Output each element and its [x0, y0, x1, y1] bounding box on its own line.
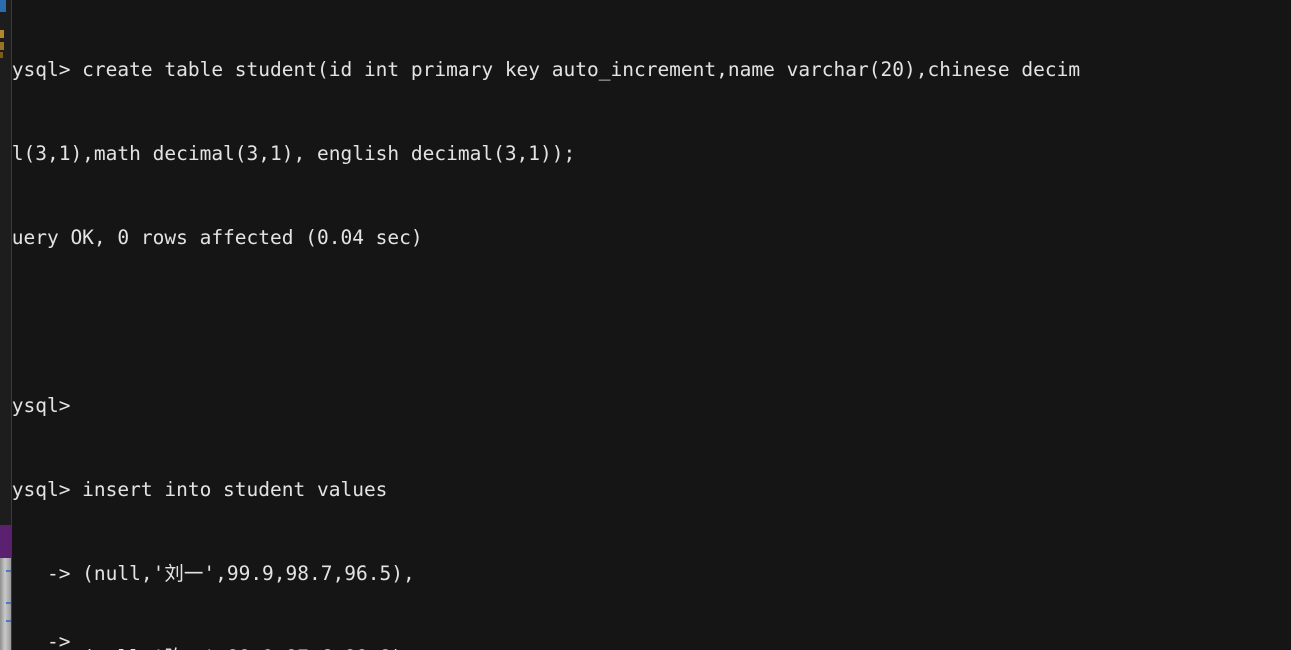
editor-overview-ruler[interactable] — [0, 0, 11, 650]
terminal-line: -> (null,'刘一',99.9,98.7,96.5), — [0, 562, 415, 585]
terminal-line: mysql> create table student(id int prima… — [0, 58, 1081, 81]
scrollbar-thumb[interactable] — [0, 558, 11, 650]
warning-marker-icon — [0, 52, 3, 58]
terminal-line-clipped: -> — [0, 630, 71, 650]
warning-marker-icon — [0, 42, 4, 50]
terminal-line: al(3,1),math decimal(3,1), english decim… — [0, 142, 576, 165]
terminal-line: Query OK, 0 rows affected (0.04 sec) — [0, 226, 423, 249]
terminal-window: mysql> create table student(id int prima… — [0, 0, 1291, 650]
bookmark-marker-icon — [0, 0, 6, 12]
terminal-line: mysql> insert into student values — [0, 478, 388, 501]
selection-marker-icon — [0, 525, 11, 558]
terminal-line: mysql> — [0, 394, 71, 417]
gutter-divider — [11, 0, 12, 650]
terminal-output[interactable]: mysql> create table student(id int prima… — [0, 0, 1291, 650]
warning-marker-icon — [0, 30, 4, 38]
